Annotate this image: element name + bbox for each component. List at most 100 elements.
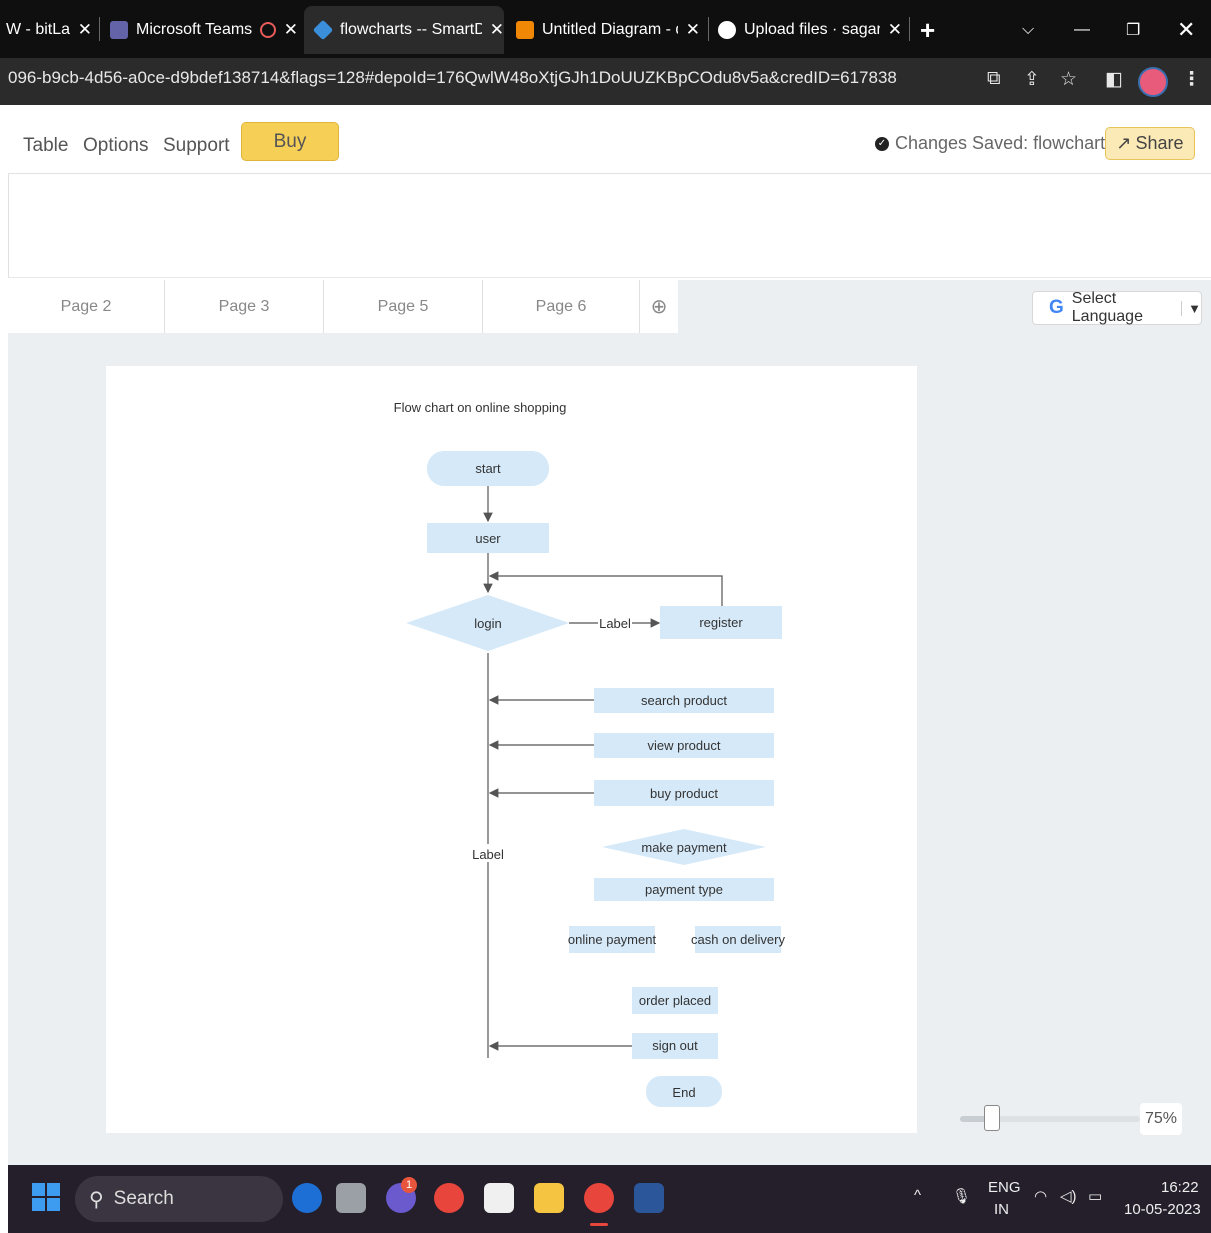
- tab-title: W - bitLat: [6, 21, 70, 38]
- menu-support[interactable]: Support: [163, 135, 230, 157]
- page-tabs: Page 2 Page 3 Page 5 Page 6 ⊕ G Select L…: [8, 280, 1211, 333]
- zoom-level: 75%: [1140, 1103, 1182, 1135]
- buy-button[interactable]: Buy: [241, 122, 339, 161]
- teams-icon: [110, 21, 128, 39]
- battery-icon[interactable]: ▭: [1088, 1187, 1102, 1205]
- task-view-icon[interactable]: [336, 1183, 366, 1213]
- save-status: ✓ Changes Saved: flowcharts: [875, 133, 1114, 154]
- translate-icon[interactable]: ⧉: [987, 68, 1001, 90]
- browser-tab-github[interactable]: Upload files · sagarba ✕: [718, 6, 902, 54]
- zoom-slider[interactable]: [960, 1105, 1140, 1131]
- node-label: make payment: [641, 840, 727, 855]
- clock-time[interactable]: 16:22: [1161, 1179, 1199, 1196]
- menu-table[interactable]: Table: [23, 135, 68, 157]
- close-icon[interactable]: ✕: [888, 20, 902, 40]
- node-label: user: [475, 531, 501, 546]
- close-icon[interactable]: ✕: [490, 20, 504, 40]
- profile-avatar[interactable]: [1138, 67, 1168, 97]
- dropdown-arrow-icon: ▼: [1181, 300, 1201, 316]
- windows-taskbar: ⚲ Search 1 ^ 🎙 ENG IN ◠ ◁) ▭ 16:22 10-05…: [8, 1165, 1211, 1233]
- address-bar: 096-b9cb-4d56-a0ce-d9bdef138714&flags=12…: [0, 58, 1211, 105]
- bing-icon[interactable]: [292, 1183, 322, 1213]
- tab-page-5[interactable]: Page 5: [324, 280, 483, 333]
- node-label: order placed: [639, 993, 711, 1008]
- add-page-button[interactable]: ⊕: [640, 280, 678, 333]
- chevron-down-icon[interactable]: ⌵: [1022, 6, 1042, 54]
- language-indicator-bottom[interactable]: IN: [994, 1201, 1009, 1218]
- node-label: register: [699, 615, 743, 630]
- node-label: End: [672, 1085, 695, 1100]
- diagram-title: Flow chart on online shopping: [394, 400, 567, 415]
- browser-tab-teams[interactable]: Microsoft Teams ✕: [110, 6, 298, 54]
- flowchart-diagram: Flow chart on online shopping start user…: [394, 400, 785, 1107]
- google-icon: G: [1049, 297, 1064, 318]
- check-circle-icon: ✓: [875, 136, 889, 151]
- edge-label-register: Label: [599, 616, 631, 631]
- language-select[interactable]: G Select Language ▼: [1032, 290, 1202, 325]
- store-icon[interactable]: [484, 1183, 514, 1213]
- node-label: payment type: [645, 882, 723, 897]
- browser-tab-strip: W - bitLat ✕ Microsoft Teams ✕ flowchart…: [0, 0, 1211, 58]
- node-label: start: [475, 461, 501, 476]
- file-explorer-icon[interactable]: [534, 1183, 564, 1213]
- tab-page-6[interactable]: Page 6: [483, 280, 640, 333]
- smartdraw-icon: [312, 19, 334, 41]
- tab-title: Upload files · sagarba: [744, 21, 880, 38]
- node-label: login: [474, 616, 501, 631]
- side-panel-icon[interactable]: ◧: [1105, 68, 1123, 91]
- github-icon: [718, 21, 736, 39]
- ribbon-area: [8, 174, 1211, 278]
- restore-icon[interactable]: ❐: [1126, 6, 1146, 54]
- drawio-icon: [516, 21, 534, 39]
- more-menu-icon[interactable]: ⋮: [1182, 68, 1201, 91]
- save-status-text: Changes Saved: flowcharts: [895, 133, 1115, 153]
- recording-icon: [259, 22, 276, 38]
- tray-chevron-up-icon[interactable]: ^: [914, 1187, 921, 1204]
- taskbar-search[interactable]: ⚲ Search: [75, 1176, 283, 1222]
- windows-start-icon[interactable]: [32, 1183, 60, 1211]
- browser-tab-drawio[interactable]: Untitled Diagram - dia ✕: [516, 6, 700, 54]
- close-icon[interactable]: ✕: [284, 20, 298, 40]
- share-page-icon[interactable]: ⇪: [1024, 68, 1040, 91]
- tab-page-3[interactable]: Page 3: [165, 280, 324, 333]
- diagram-page[interactable]: Flow chart on online shopping start user…: [106, 366, 917, 1133]
- search-label: Search: [113, 1188, 174, 1209]
- node-label: view product: [648, 738, 721, 753]
- zoom-slider-handle[interactable]: [983, 1105, 1000, 1131]
- volume-icon[interactable]: ◁): [1060, 1187, 1077, 1205]
- node-label: search product: [641, 693, 727, 708]
- minimize-icon[interactable]: —: [1074, 6, 1094, 54]
- browser-tab-bitlab[interactable]: W - bitLat ✕: [0, 6, 92, 54]
- wifi-icon[interactable]: ◠: [1034, 1187, 1047, 1205]
- new-tab-button[interactable]: +: [920, 6, 950, 54]
- bookmark-star-icon[interactable]: ☆: [1060, 68, 1077, 91]
- language-label: Select Language: [1071, 290, 1143, 325]
- language-indicator-top[interactable]: ENG: [988, 1179, 1021, 1196]
- edge-label-main: Label: [472, 847, 504, 862]
- share-label: Share: [1135, 133, 1184, 153]
- edge-register-loop: [488, 571, 723, 606]
- node-label: buy product: [650, 786, 718, 801]
- search-icon: ⚲: [89, 1188, 104, 1211]
- share-icon: ↗: [1116, 133, 1132, 153]
- word-icon[interactable]: [634, 1183, 664, 1213]
- clock-date[interactable]: 10-05-2023: [1124, 1201, 1201, 1218]
- chrome-active-icon[interactable]: [584, 1183, 614, 1213]
- connectors: [483, 486, 723, 1058]
- share-button[interactable]: ↗ Share: [1105, 127, 1195, 160]
- tab-page-2[interactable]: Page 2: [8, 280, 165, 333]
- node-label: sign out: [652, 1038, 698, 1053]
- chrome-icon[interactable]: [434, 1183, 464, 1213]
- tab-title: Microsoft Teams: [136, 21, 252, 38]
- close-icon[interactable]: ✕: [78, 20, 92, 40]
- microphone-icon[interactable]: 🎙: [952, 1187, 971, 1205]
- tab-title: Untitled Diagram - dia: [542, 21, 678, 38]
- url-field[interactable]: 096-b9cb-4d56-a0ce-d9bdef138714&flags=12…: [8, 68, 968, 88]
- browser-tab-smartdraw[interactable]: flowcharts -- SmartDr ✕: [304, 6, 504, 54]
- window-close-icon[interactable]: ✕: [1177, 6, 1197, 54]
- close-icon[interactable]: ✕: [686, 20, 700, 40]
- notification-badge: 1: [401, 1177, 417, 1193]
- app-toolbar: Table Options Support Buy ✓ Changes Save…: [8, 105, 1211, 174]
- node-label: cash on delivery: [691, 932, 785, 947]
- menu-options[interactable]: Options: [83, 135, 148, 157]
